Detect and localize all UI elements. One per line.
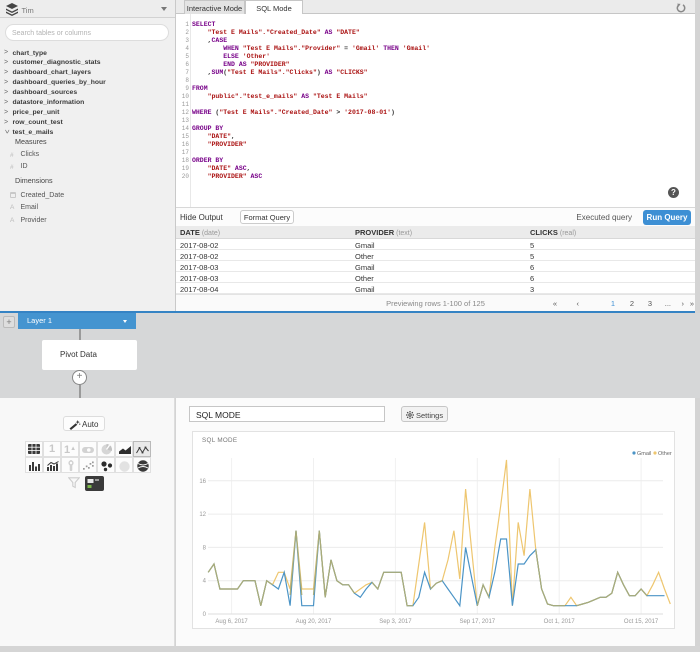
svg-text:Aug 6, 2017: Aug 6, 2017 <box>215 619 248 625</box>
svg-text:Gmail: Gmail <box>637 451 651 457</box>
svg-text:12: 12 <box>199 512 206 518</box>
svg-text:0: 0 <box>203 612 207 618</box>
svg-text:8: 8 <box>203 545 207 551</box>
svg-text:16: 16 <box>199 479 206 485</box>
svg-text:Sep 3, 2017: Sep 3, 2017 <box>379 619 412 625</box>
svg-text:Sep 17, 2017: Sep 17, 2017 <box>459 619 495 625</box>
svg-text:Other: Other <box>658 451 672 457</box>
svg-text:Oct 15, 2017: Oct 15, 2017 <box>624 619 659 625</box>
svg-text:Aug 20, 2017: Aug 20, 2017 <box>296 619 332 625</box>
svg-text:4: 4 <box>203 579 207 585</box>
svg-text:Oct 1, 2017: Oct 1, 2017 <box>544 619 576 625</box>
